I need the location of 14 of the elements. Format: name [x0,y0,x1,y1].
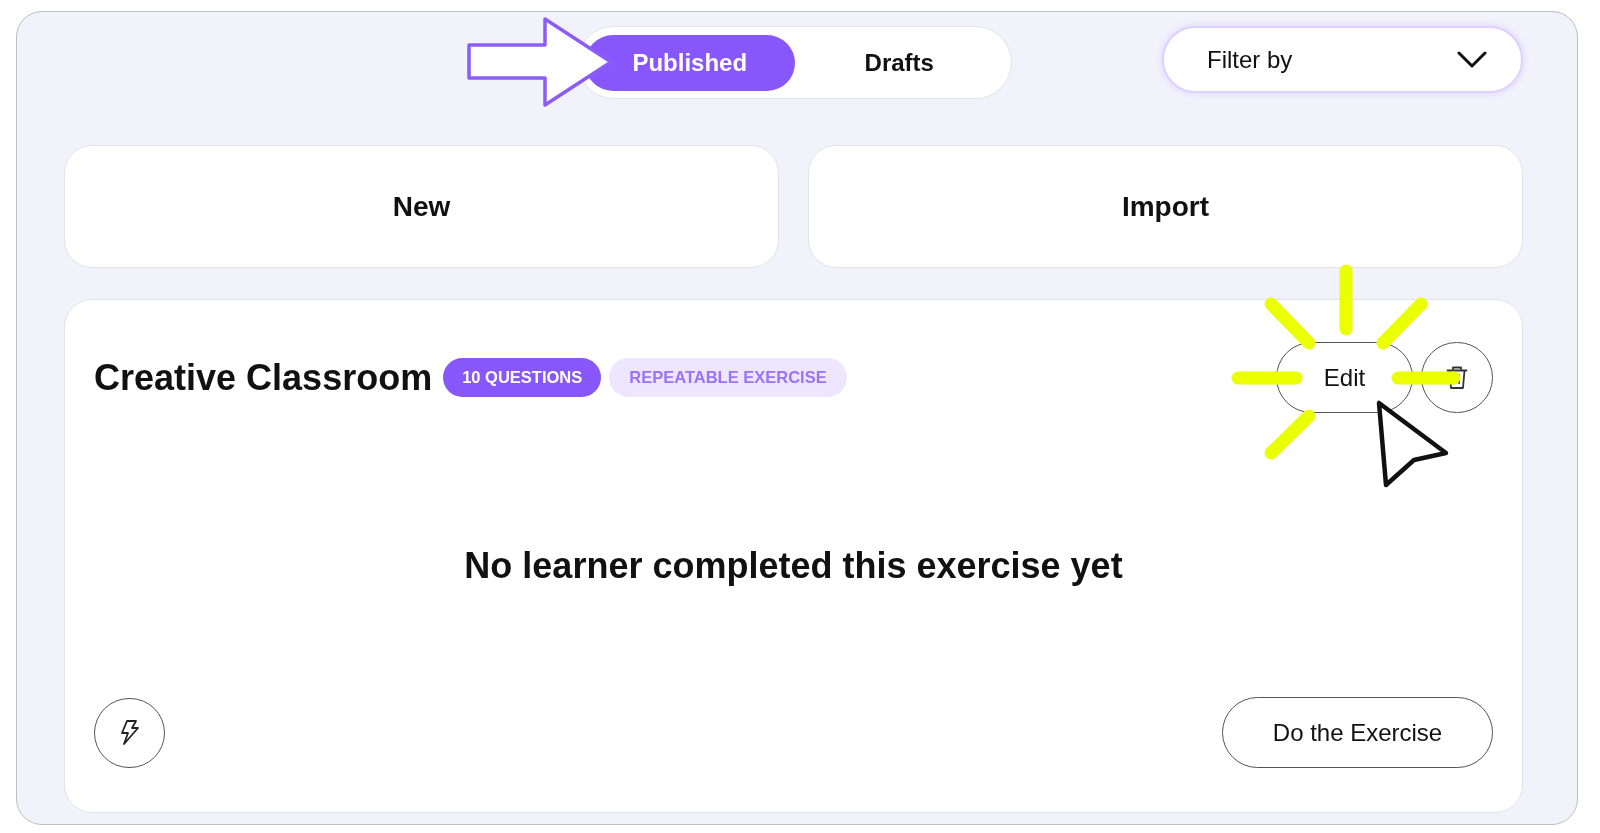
exercise-title: Creative Classroom [94,355,433,400]
edit-button[interactable]: Edit [1276,342,1413,413]
action-card-button[interactable]: New [64,145,779,268]
trash-icon [1446,365,1468,390]
empty-state-message: No learner completed this exercise yet [464,544,1123,588]
tag-label: 10 QUESTIONS [443,358,602,397]
chevron-down-icon [1457,51,1487,68]
do-exercise-button[interactable]: Do the Exercise [1222,697,1493,768]
filter-dropdown[interactable]: Filter by [1162,26,1523,93]
tab[interactable]: Drafts [794,34,1004,91]
tag-label: REPEATABLE EXERCISE [609,358,847,397]
action-card-button[interactable]: Import [808,145,1523,268]
lightning-icon [119,720,140,745]
cursor-icon [1375,399,1451,490]
